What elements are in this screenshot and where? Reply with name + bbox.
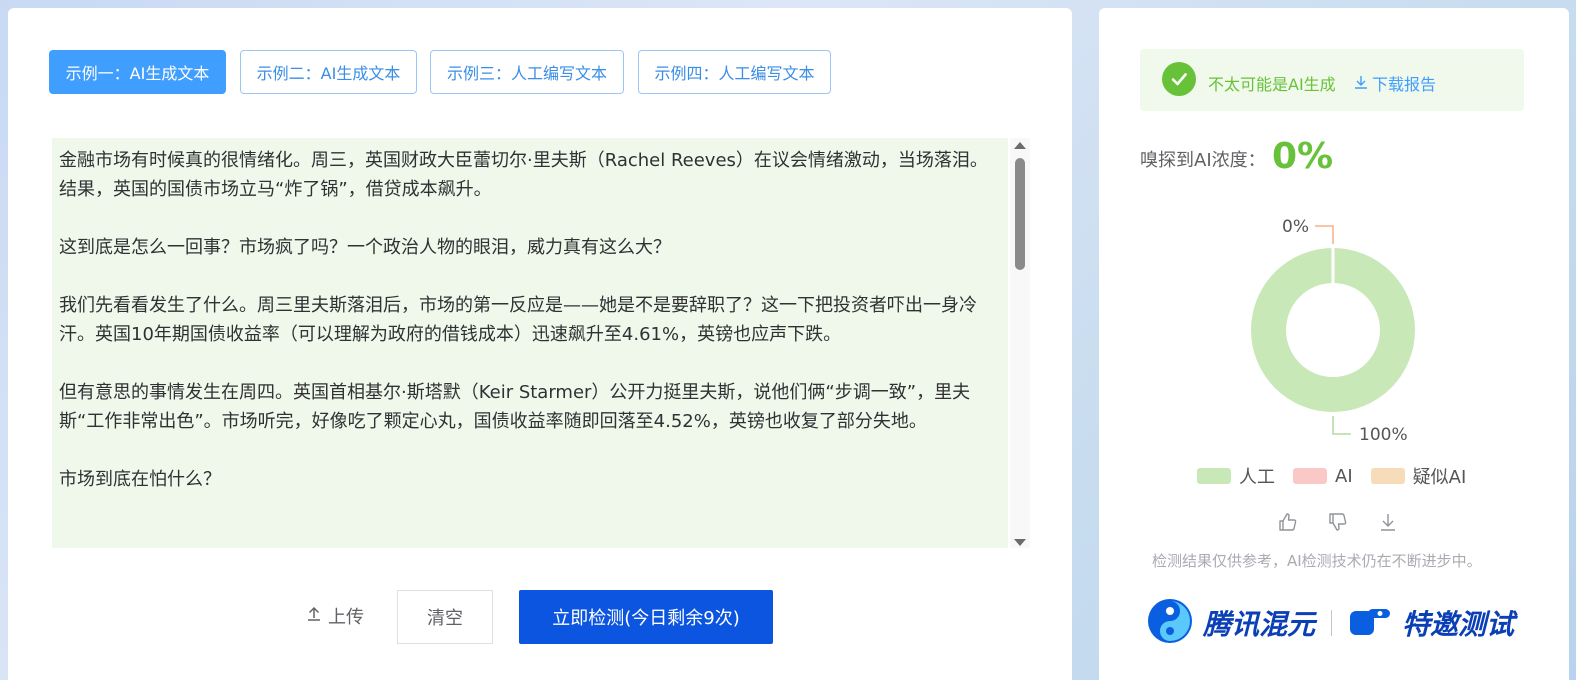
label-leader-line	[1315, 225, 1334, 244]
legend-label: 人工	[1239, 467, 1275, 488]
tab-example-4[interactable]: 示例四：人工编写文本	[638, 50, 831, 94]
download-icon[interactable]	[1377, 511, 1399, 537]
paragraph: 这到底是怎么一回事？市场疯了吗？一个政治人物的眼泪，威力真有这么大？	[59, 237, 671, 258]
paragraph: 但有意思的事情发生在周四。英国首相基尔·斯塔默（Keir Starmer）公开力…	[59, 382, 971, 432]
input-panel: 示例一：AI生成文本 示例二：AI生成文本 示例三：人工编写文本 示例四：人工编…	[8, 8, 1072, 680]
scroll-thumb[interactable]	[1015, 158, 1025, 270]
branding: 腾讯混元 特邀测试	[1147, 598, 1514, 648]
logo-divider	[1331, 610, 1333, 636]
donut-chart: 0% 100%	[1251, 217, 1415, 445]
brand-name: 腾讯混元	[1203, 608, 1316, 641]
scroll-up-arrow-icon[interactable]	[1014, 142, 1026, 149]
legend-swatch	[1370, 468, 1405, 484]
upload-button[interactable]: 上传	[306, 604, 364, 628]
paragraph: 我们先看看发生了什么。周三里夫斯落泪后，市场的第一反应是——她是不是要辞职了？这…	[59, 295, 977, 345]
upload-icon	[306, 606, 322, 627]
hunyuan-logo-icon	[1147, 598, 1193, 648]
legend-swatch	[1197, 468, 1231, 484]
tab-example-2[interactable]: 示例二：AI生成文本	[240, 50, 417, 94]
legend-item-ai[interactable]: AI	[1293, 466, 1353, 487]
thumbs-down-icon[interactable]	[1327, 511, 1349, 537]
scroll-down-arrow-icon[interactable]	[1014, 539, 1026, 546]
legend-item-suspected-ai[interactable]: 疑似AI	[1370, 463, 1467, 489]
data-label-ai: 0%	[1282, 217, 1309, 237]
chart-legend: 人工 AI 疑似AI	[1197, 463, 1474, 489]
tab-example-3[interactable]: 示例三：人工编写文本	[430, 50, 624, 94]
data-label-human: 100%	[1359, 425, 1408, 445]
result-panel: 不太可能是AI生成 下载报告 嗅探到AI浓度： 0% 0% 100% 人工 AI …	[1099, 8, 1569, 680]
legend-swatch	[1293, 468, 1327, 484]
pointing-hand-icon	[1348, 601, 1392, 645]
paragraph: 市场到底在怕什么？	[59, 469, 221, 490]
disclaimer-text: 检测结果仅供参考，AI检测技术仍在不断进步中。	[1152, 552, 1482, 570]
legend-label: AI	[1335, 465, 1353, 487]
upload-label: 上传	[328, 607, 364, 628]
clear-button[interactable]: 清空	[397, 590, 493, 644]
tab-example-1[interactable]: 示例一：AI生成文本	[49, 50, 226, 94]
legend-item-human[interactable]: 人工	[1197, 463, 1275, 489]
text-input-area[interactable]: 金融市场有时候真的很情绪化。周三，英国财政大臣蕾切尔·里夫斯（Rachel Re…	[52, 138, 1008, 548]
label-leader-line	[1332, 416, 1351, 435]
thumbs-up-icon[interactable]	[1277, 511, 1299, 537]
legend-label: 疑似AI	[1412, 467, 1467, 488]
detect-button[interactable]: 立即检测(今日剩余9次)	[519, 590, 773, 644]
invite-test-badge: 特邀测试	[1402, 608, 1515, 641]
donut-slice-人工	[1251, 248, 1415, 412]
feedback-toolbar	[1277, 511, 1399, 537]
text-scrollbar[interactable]	[1010, 138, 1030, 548]
paragraph: 金融市场有时候真的很情绪化。周三，英国财政大臣蕾切尔·里夫斯（Rachel Re…	[59, 150, 988, 200]
